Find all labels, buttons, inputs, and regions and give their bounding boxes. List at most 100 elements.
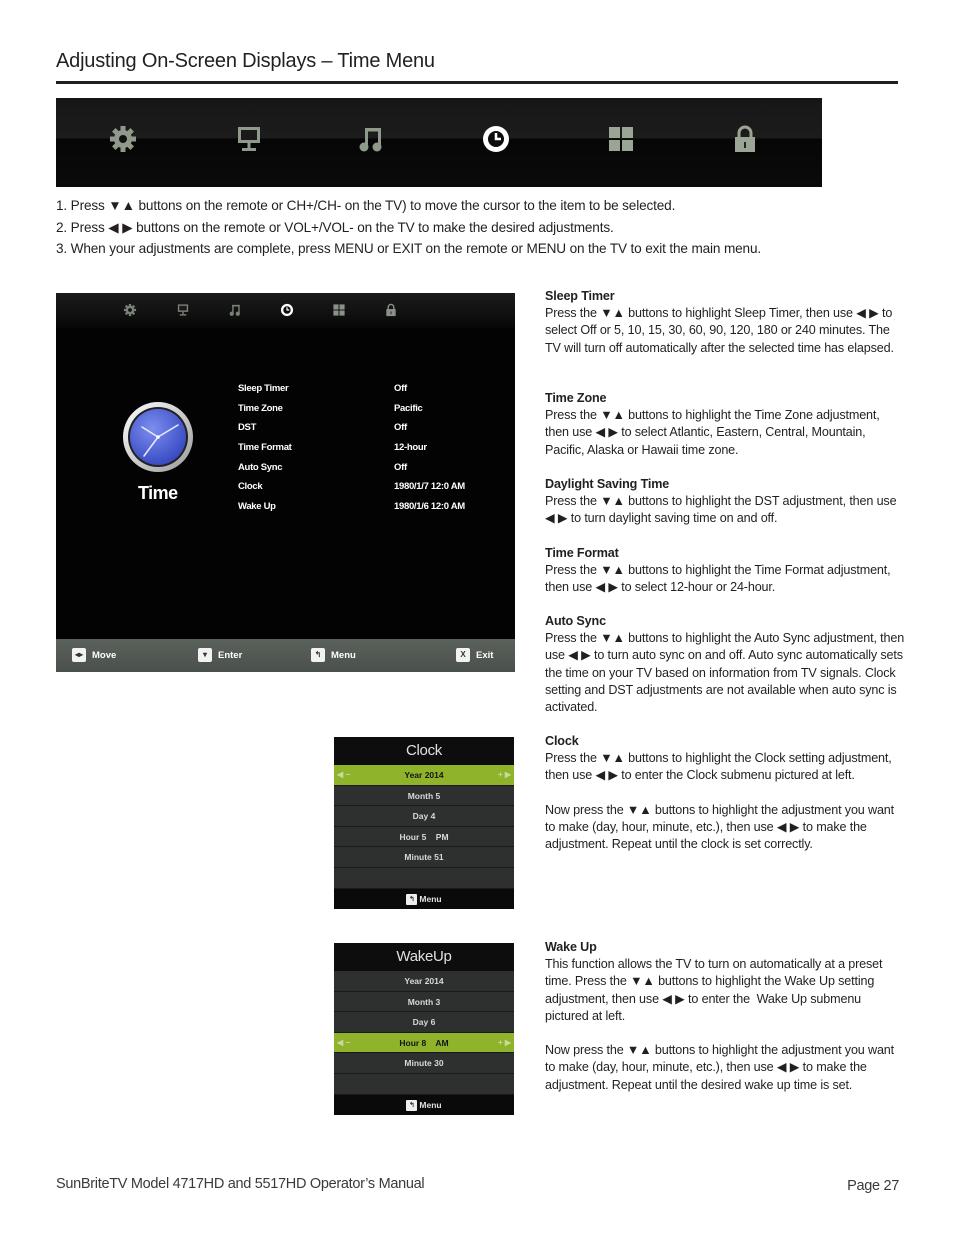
section-heading: Wake Up <box>545 940 597 954</box>
decrease-arrow-icon[interactable]: ◀ − <box>337 1033 350 1053</box>
title-divider <box>56 81 898 84</box>
increase-arrow-icon[interactable]: + ▶ <box>498 1033 511 1053</box>
submenu-row-day[interactable]: Day 4 <box>334 806 514 827</box>
menu-label: Menu <box>419 894 442 904</box>
menu-row-sleep-timer[interactable]: Sleep Timer Off <box>238 381 488 401</box>
gear-icon <box>123 303 137 317</box>
tv-icon-strip <box>56 293 515 329</box>
section-heading: Auto Sync <box>545 614 606 628</box>
grid-icon <box>332 303 346 317</box>
clock-section: Clock Press the ▼▲ buttons to highlight … <box>545 733 905 853</box>
row-value: 1980/1/6 12:0 AM <box>394 501 465 513</box>
row-label: Wake Up <box>238 501 276 513</box>
grid-icon <box>606 124 636 154</box>
submenu-row-hour[interactable]: ◀ − Hour 8 AM + ▶ <box>334 1032 514 1054</box>
music-note-icon <box>228 303 242 317</box>
gear-icon <box>108 124 138 154</box>
page-number: Page 27 <box>847 1178 899 1194</box>
row-label: Hour 5 PM <box>399 831 449 842</box>
menu-row-time-format[interactable]: Time Format 12-hour <box>238 440 488 460</box>
clock-face-icon <box>122 401 194 473</box>
row-label: Day 6 <box>412 1017 436 1028</box>
section-heading: Time Format <box>545 546 619 560</box>
monitor-icon <box>176 303 190 317</box>
monitor-icon <box>234 124 264 154</box>
time-format-section: Time Format Press the ▼▲ buttons to high… <box>545 545 905 597</box>
lock-icon <box>384 303 398 317</box>
submenu-title: Clock <box>405 742 442 759</box>
dst-section: Daylight Saving Time Press the ▼▲ button… <box>545 476 905 528</box>
menu-icon-bar-image <box>56 98 822 187</box>
submenu-row-day[interactable]: Day 6 <box>334 1012 514 1033</box>
row-value: Off <box>394 383 407 394</box>
row-label: Day 4 <box>412 811 436 822</box>
row-label: Sleep Timer <box>238 383 289 394</box>
move-hint: ◂▸ Move <box>72 648 116 662</box>
section-heading: Clock <box>545 734 579 748</box>
submenu-row-month[interactable]: Month 5 <box>334 785 514 807</box>
submenu-row-month[interactable]: Month 3 <box>334 991 514 1013</box>
clock-submenu-screenshot: Clock ◀ − Year 2014 + ▶ Month 5 Day 4 Hour… <box>334 737 514 909</box>
step-1: 1. Press ▼▲ buttons on the remote or CH+… <box>56 198 676 213</box>
clock-icon <box>280 303 294 317</box>
time-zone-section: Time Zone Press the ▼▲ buttons to highli… <box>545 390 905 459</box>
increase-arrow-icon[interactable]: + ▶ <box>498 765 511 785</box>
menu-row-dst[interactable]: DST Off <box>238 420 488 440</box>
section-text: Press the ▼▲ buttons to highlight the Cl… <box>545 751 892 783</box>
row-value: Off <box>394 461 407 473</box>
clock-icon <box>481 124 511 154</box>
row-label: Minute 51 <box>404 852 444 863</box>
time-menu-list: Sleep Timer Off Time Zone Pacific DST Off T… <box>238 381 488 519</box>
enter-label: Enter <box>218 649 243 661</box>
section-heading: Time Zone <box>545 391 607 405</box>
row-value: Off <box>394 422 407 434</box>
section-text: Now press the ▼▲ buttons to highlight th… <box>545 802 895 852</box>
row-label: Minute 30 <box>404 1058 444 1069</box>
wakeup-submenu-screenshot: WakeUp Year 2014 Month 3 Day 6 ◀ − Hour 8… <box>334 943 514 1115</box>
row-label: Hour 8 AM <box>399 1037 449 1048</box>
menu-row-time-zone[interactable]: Time Zone Pacific <box>238 401 488 421</box>
row-value: Pacific <box>394 402 423 414</box>
exit-icon: X <box>456 648 470 662</box>
row-value: 12-hour <box>394 442 427 454</box>
section-text: Press the ▼▲ buttons to highlight Sleep … <box>545 306 894 355</box>
time-section-label: Time <box>138 483 178 503</box>
section-text: Press the ▼▲ buttons to highlight the Ti… <box>545 408 880 457</box>
submenu-footer: ↰ Menu <box>334 1095 514 1115</box>
submenu-row-minute[interactable]: Minute 30 <box>334 1053 514 1074</box>
submenu-footer: ↰ Menu <box>334 889 514 909</box>
submenu-row-minute[interactable]: Minute 51 <box>334 847 514 868</box>
time-menu-screenshot: Time Sleep Timer Off Time Zone Pacific DST… <box>56 293 515 672</box>
enter-icon: ▾ <box>198 648 212 662</box>
exit-hint: X Exit <box>456 648 493 662</box>
row-label: Month 5 <box>407 790 441 801</box>
submenu-row-empty <box>334 867 514 889</box>
menu-row-auto-sync[interactable]: Auto Sync Off <box>238 460 488 480</box>
row-label: Year 2014 <box>404 976 444 986</box>
tv-menu-footer: ◂▸ Move ▾ Enter ↰ Menu X Exit <box>56 639 515 672</box>
menu-hint: ↰ Menu <box>311 648 356 662</box>
page-title: Adjusting On-Screen Displays – Time Menu <box>56 50 435 72</box>
exit-label: Exit <box>476 649 494 661</box>
manual-title-footer: SunBriteTV Model 4717HD and 5517HD Opera… <box>56 1176 425 1192</box>
menu-label: Menu <box>331 649 356 661</box>
submenu-row-year[interactable]: Year 2014 <box>334 971 514 992</box>
menu-row-wake-up[interactable]: Wake Up 1980/1/6 12:0 AM <box>238 499 488 519</box>
submenu-row-year[interactable]: ◀ − Year 2014 + ▶ <box>334 765 514 786</box>
decrease-arrow-icon[interactable]: ◀ − <box>337 765 350 785</box>
section-heading: Daylight Saving Time <box>545 477 670 491</box>
move-label: Move <box>92 649 117 661</box>
step-2: 2. Press ◀ ▶ buttons on the remote or VO… <box>56 219 614 235</box>
menu-row-clock[interactable]: Clock 1980/1/7 12:0 AM <box>238 479 488 499</box>
wake-up-section: Wake Up This function allows the TV to t… <box>545 939 905 1094</box>
submenu-row-hour[interactable]: Hour 5 PM <box>334 826 514 848</box>
section-text: Press the ▼▲ buttons to highlight the Au… <box>545 631 905 715</box>
menu-label: Menu <box>419 1100 442 1110</box>
row-label: Clock <box>238 481 263 493</box>
step-3: 3. When your adjustments are complete, p… <box>56 241 761 256</box>
menu-return-icon: ↰ <box>406 893 418 905</box>
menu-return-icon: ↰ <box>406 1099 418 1111</box>
section-heading: Sleep Timer <box>545 289 615 303</box>
move-icon: ◂▸ <box>72 648 86 662</box>
section-text: Press the ▼▲ buttons to highlight the Ti… <box>545 563 891 595</box>
